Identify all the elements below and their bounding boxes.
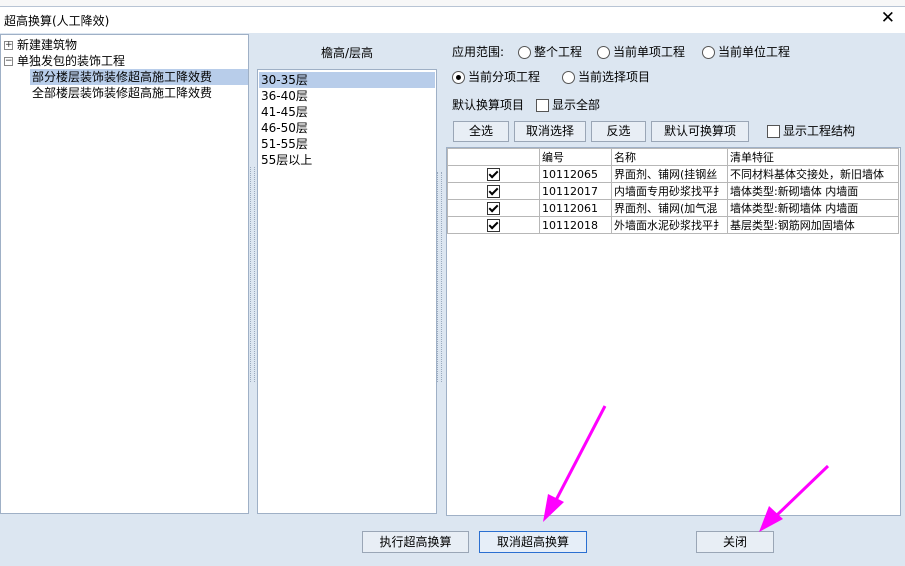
expand-icon[interactable]: + <box>4 41 13 50</box>
tree-item-label: 新建建筑物 <box>17 38 78 52</box>
items-table: 编号 名称 清单特征 10112065 界面剂、铺网(挂钢丝 不同材料基体交接处… <box>447 148 899 234</box>
scope-option-label: 当前单项工程 <box>613 45 686 59</box>
column-header-name[interactable]: 名称 <box>611 148 728 166</box>
radio-selected-icon[interactable] <box>452 71 465 84</box>
items-grid: 编号 名称 清单特征 10112065 界面剂、铺网(挂钢丝 不同材料基体交接处… <box>446 147 901 516</box>
heights-list: 30-35层 36-40层 41-45层 46-50层 51-55层 55层以上 <box>257 69 437 514</box>
code-cell: 10112065 <box>539 165 612 183</box>
code-cell: 10112018 <box>539 216 612 234</box>
tree-item-partial-floors[interactable]: 部分楼层装饰装修超高施工降效费 <box>30 69 248 85</box>
table-row[interactable]: 10112065 界面剂、铺网(挂钢丝 不同材料基体交接处，新旧墙体 <box>447 165 899 183</box>
radio-icon[interactable] <box>597 46 610 59</box>
show-all-checkbox[interactable]: 显示全部 <box>536 97 606 113</box>
height-item[interactable]: 30-35层 <box>259 72 435 88</box>
default-items-button[interactable]: 默认可换算项 <box>651 121 749 142</box>
radio-icon[interactable] <box>518 46 531 59</box>
height-item[interactable]: 36-40层 <box>259 88 435 104</box>
feature-cell: 不同材料基体交接处，新旧墙体 <box>727 165 899 183</box>
radio-icon[interactable] <box>702 46 715 59</box>
scope-option-label: 整个工程 <box>534 45 583 59</box>
close-button[interactable]: 关闭 <box>696 531 774 553</box>
invert-select-button[interactable]: 反选 <box>591 121 646 142</box>
checkbox-label: 显示工程结构 <box>783 124 856 138</box>
tree-item-label: 部分楼层装饰装修超高施工降效费 <box>32 70 213 84</box>
table-row[interactable]: 10112018 外墙面水泥砂浆找平扌 基层类型:钢筋网加固墙体 <box>447 216 899 234</box>
code-cell: 10112017 <box>539 182 612 200</box>
checkbox-icon[interactable] <box>767 125 780 138</box>
row-checkbox-cell[interactable] <box>447 182 540 200</box>
cancel-conversion-button[interactable]: 取消超高换算 <box>479 531 587 553</box>
heights-title: 檐高/层高 <box>320 46 374 60</box>
name-cell: 内墙面专用砂浆找平扌 <box>611 182 728 200</box>
checkbox-checked-icon[interactable] <box>487 201 500 215</box>
name-cell: 界面剂、铺网(加气混 <box>611 199 728 217</box>
title-bar: 超高换算(人工降效) ✕ <box>0 7 905 33</box>
row-checkbox-cell[interactable] <box>447 199 540 217</box>
select-all-button[interactable]: 全选 <box>453 121 509 142</box>
name-cell: 界面剂、铺网(挂钢丝 <box>611 165 728 183</box>
scope-option-single-project[interactable]: 当前单项工程 <box>597 44 692 60</box>
scope-option-label: 当前单位工程 <box>718 45 791 59</box>
scope-label: 应用范围: <box>452 45 505 59</box>
show-structure-checkbox[interactable]: 显示工程结构 <box>767 123 862 139</box>
close-icon[interactable]: ✕ <box>881 10 895 27</box>
row-checkbox-cell[interactable] <box>447 165 540 183</box>
column-header-feature[interactable]: 清单特征 <box>727 148 899 166</box>
tree-item-new-building[interactable]: + 新建建筑物 <box>1 37 248 53</box>
default-items-label: 默认换算项目 <box>452 98 525 112</box>
tree-item-label: 全部楼层装饰装修超高施工降效费 <box>32 86 213 100</box>
scope-option-current-subproject[interactable]: 当前分项工程 <box>452 69 547 85</box>
column-header-check[interactable] <box>447 148 540 166</box>
tree-item-decoration-project[interactable]: − 单独发包的装饰工程 <box>1 53 248 69</box>
table-header-row: 编号 名称 清单特征 <box>447 148 899 166</box>
cancel-select-button[interactable]: 取消选择 <box>514 121 586 142</box>
tree-item-label: 单独发包的装饰工程 <box>17 54 126 68</box>
checkbox-label: 显示全部 <box>552 98 601 112</box>
height-item[interactable]: 55层以上 <box>259 152 435 168</box>
scope-option-selected-items[interactable]: 当前选择项目 <box>562 69 657 85</box>
collapse-icon[interactable]: − <box>4 57 13 66</box>
splitter-right[interactable] <box>437 172 442 382</box>
checkbox-icon[interactable] <box>536 99 549 112</box>
execute-conversion-button[interactable]: 执行超高换算 <box>362 531 469 553</box>
feature-cell: 基层类型:钢筋网加固墙体 <box>727 216 899 234</box>
feature-cell: 墙体类型:新砌墙体 内墙面 <box>727 199 899 217</box>
scope-option-whole-project[interactable]: 整个工程 <box>518 44 588 60</box>
radio-icon[interactable] <box>562 71 575 84</box>
table-row[interactable]: 10112017 内墙面专用砂浆找平扌 墙体类型:新砌墙体 内墙面 <box>447 182 899 200</box>
height-item[interactable]: 41-45层 <box>259 104 435 120</box>
scope-option-label: 当前选择项目 <box>578 70 651 84</box>
dialog-title: 超高换算(人工降效) <box>4 14 110 28</box>
super-height-conversion-dialog: 超高换算(人工降效) ✕ + 新建建筑物 − 单独发包的装饰工程 部分楼层装饰装… <box>0 6 905 566</box>
checkbox-checked-icon[interactable] <box>487 184 500 198</box>
table-row[interactable]: 10112061 界面剂、铺网(加气混 墙体类型:新砌墙体 内墙面 <box>447 199 899 217</box>
height-item[interactable]: 46-50层 <box>259 120 435 136</box>
category-tree: + 新建建筑物 − 单独发包的装饰工程 部分楼层装饰装修超高施工降效费 全部楼层… <box>0 34 249 514</box>
tree-item-all-floors[interactable]: 全部楼层装饰装修超高施工降效费 <box>30 85 248 101</box>
checkbox-checked-icon[interactable] <box>487 218 500 232</box>
row-checkbox-cell[interactable] <box>447 216 540 234</box>
feature-cell: 墙体类型:新砌墙体 内墙面 <box>727 182 899 200</box>
column-header-code[interactable]: 编号 <box>539 148 612 166</box>
name-cell: 外墙面水泥砂浆找平扌 <box>611 216 728 234</box>
splitter-left[interactable] <box>250 167 255 382</box>
scope-option-unit-project[interactable]: 当前单位工程 <box>702 44 797 60</box>
scope-option-label: 当前分项工程 <box>468 70 541 84</box>
height-item[interactable]: 51-55层 <box>259 136 435 152</box>
checkbox-checked-icon[interactable] <box>487 167 500 181</box>
code-cell: 10112061 <box>539 199 612 217</box>
